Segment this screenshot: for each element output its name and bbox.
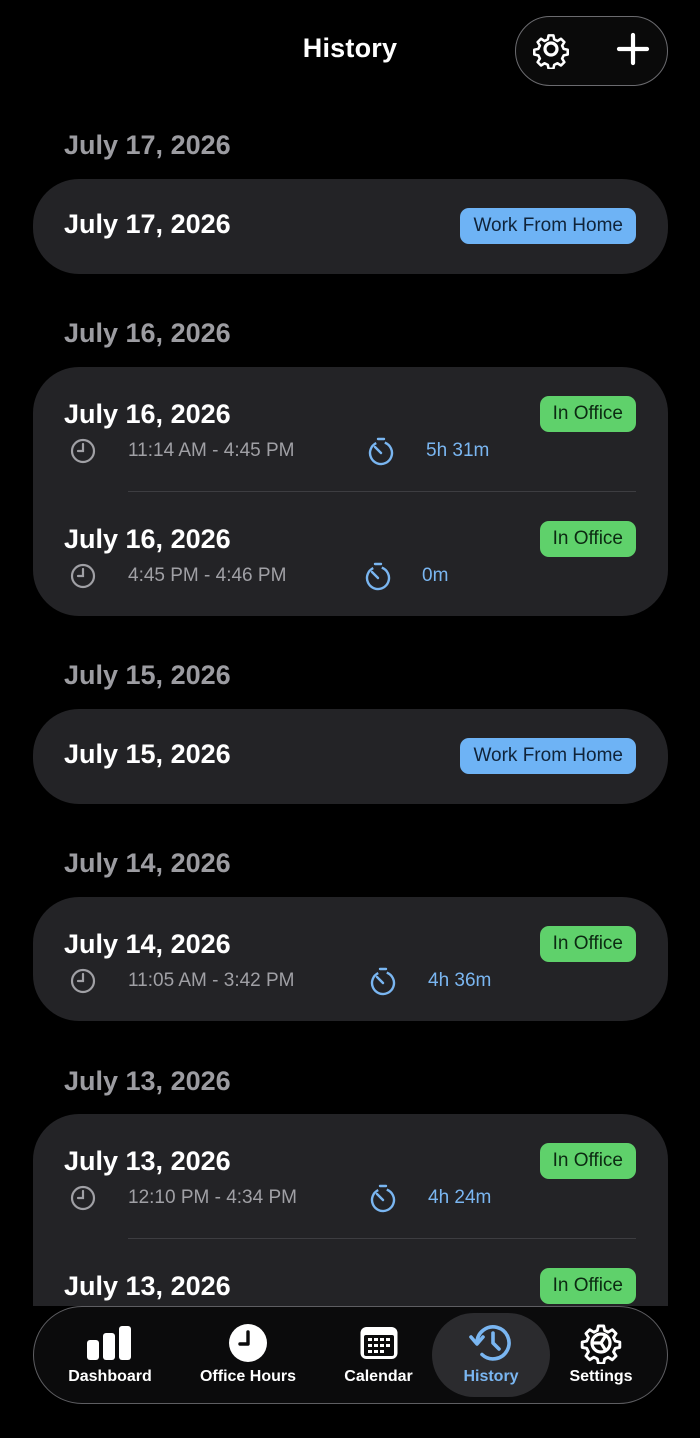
entry-date: July 17, 2026 — [64, 209, 231, 239]
entry-meta: 11:14 AM - 4:45 PM 5h 31m — [69, 437, 629, 467]
calendar-icon — [359, 1325, 399, 1366]
history-entry[interactable]: July 16, 2026 In Office 11:14 AM - 4:45 … — [33, 367, 668, 491]
status-badge: Work From Home — [460, 738, 636, 774]
timer-icon — [369, 1184, 397, 1219]
history-card[interactable]: July 17, 2026 Work From Home — [33, 179, 668, 274]
time-range: 12:10 PM - 4:34 PM — [128, 1187, 297, 1208]
duration: 5h 31m — [426, 440, 490, 461]
header-actions — [515, 16, 668, 86]
history-entry[interactable]: July 13, 2026 In Office — [33, 1239, 668, 1306]
tab-settings[interactable]: Settings — [558, 1307, 644, 1403]
tab-label: Dashboard — [68, 1368, 152, 1385]
entry-meta: 12:10 PM - 4:34 PM 4h 24m — [69, 1184, 629, 1214]
plus-icon — [616, 32, 650, 71]
tab-label: Office Hours — [199, 1368, 296, 1385]
status-badge: Work From Home — [460, 208, 636, 244]
history-card[interactable]: July 14, 2026 In Office 11:05 AM - 3:42 … — [33, 897, 668, 1021]
duration: 4h 36m — [428, 970, 492, 991]
history-card[interactable]: July 13, 2026 In Office 12:10 PM - 4:34 … — [33, 1114, 668, 1306]
history-entry[interactable]: July 14, 2026 In Office 11:05 AM - 3:42 … — [33, 897, 668, 1021]
clock-icon — [228, 1323, 268, 1368]
tab-calendar[interactable]: Calendar — [331, 1307, 426, 1403]
history-entry[interactable]: July 15, 2026 Work From Home — [33, 709, 668, 804]
history-entry[interactable]: July 16, 2026 In Office 4:45 PM - 4:46 P… — [33, 492, 668, 616]
entry-date: July 16, 2026 — [64, 399, 231, 429]
duration: 4h 24m — [428, 1187, 492, 1208]
history-list[interactable]: July 17, 2026 July 17, 2026 Work From Ho… — [0, 104, 700, 1306]
tab-label: Settings — [569, 1368, 633, 1385]
section-date-label: July 14, 2026 — [64, 848, 231, 878]
tab-label: Calendar — [344, 1368, 413, 1385]
history-icon — [469, 1322, 513, 1369]
entry-meta: 4:45 PM - 4:46 PM 0m — [69, 562, 629, 592]
tab-label: History — [463, 1368, 519, 1385]
entry-date: July 15, 2026 — [64, 739, 231, 769]
status-badge: In Office — [539, 396, 636, 432]
timer-icon — [364, 562, 392, 597]
entry-date: July 16, 2026 — [64, 524, 231, 554]
tab-history[interactable]: History — [432, 1313, 550, 1397]
time-range: 11:14 AM - 4:45 PM — [128, 440, 295, 461]
entry-meta: 11:05 AM - 3:42 PM 4h 36m — [69, 967, 629, 997]
tab-bar: Dashboard Office Hours Calendar History … — [33, 1306, 668, 1404]
section-date-label: July 16, 2026 — [64, 318, 231, 348]
timer-icon — [367, 437, 395, 472]
section-date-label: July 13, 2026 — [64, 1066, 231, 1096]
history-card[interactable]: July 15, 2026 Work From Home — [33, 709, 668, 804]
time-range: 11:05 AM - 3:42 PM — [128, 970, 295, 991]
status-badge: In Office — [539, 521, 636, 557]
status-badge: In Office — [539, 926, 636, 962]
section-date-label: July 17, 2026 — [64, 130, 231, 160]
tab-office-hours[interactable]: Office Hours — [186, 1307, 310, 1403]
settings-button[interactable] — [516, 17, 586, 85]
timer-icon — [369, 967, 397, 1002]
history-card[interactable]: July 16, 2026 In Office 11:14 AM - 4:45 … — [33, 367, 668, 616]
header: History — [0, 0, 700, 104]
history-entry[interactable]: July 13, 2026 In Office 12:10 PM - 4:34 … — [33, 1114, 668, 1238]
entry-date: July 13, 2026 — [64, 1271, 231, 1301]
gear-icon — [531, 29, 571, 74]
time-range: 4:45 PM - 4:46 PM — [128, 565, 287, 586]
clock-icon — [69, 437, 97, 470]
section-date-label: July 15, 2026 — [64, 660, 231, 690]
tab-dashboard[interactable]: Dashboard — [56, 1307, 164, 1403]
entry-date: July 13, 2026 — [64, 1146, 231, 1176]
clock-icon — [69, 967, 97, 1000]
clock-icon — [69, 1184, 97, 1217]
clock-icon — [69, 562, 97, 595]
add-button[interactable] — [598, 17, 668, 85]
bar-chart-icon — [85, 1325, 135, 1366]
status-badge: In Office — [539, 1268, 636, 1304]
duration: 0m — [422, 565, 449, 586]
status-badge: In Office — [539, 1143, 636, 1179]
entry-date: July 14, 2026 — [64, 929, 231, 959]
history-entry[interactable]: July 17, 2026 Work From Home — [33, 179, 668, 274]
settings-icon — [580, 1322, 622, 1369]
